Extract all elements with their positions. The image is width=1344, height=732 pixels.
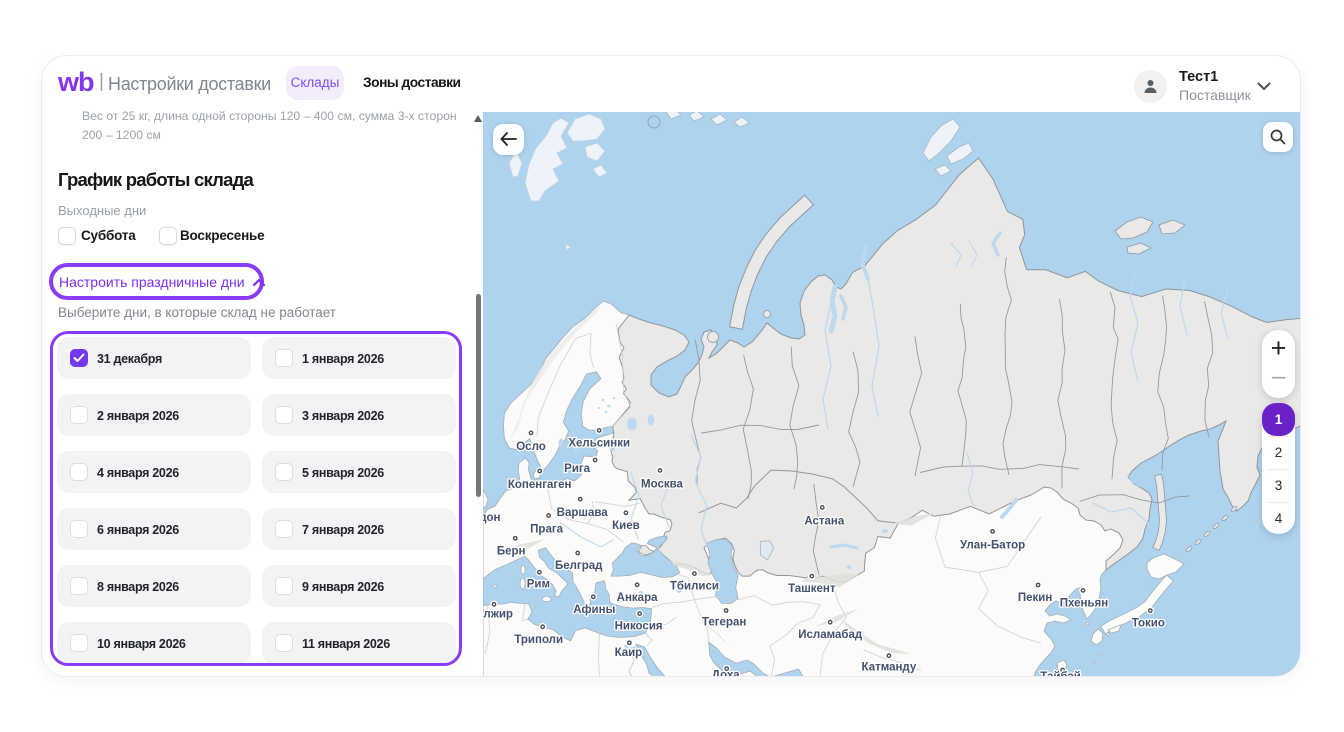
svg-text:Копенгаген: Копенгаген: [508, 479, 572, 491]
svg-text:Рига: Рига: [564, 463, 591, 475]
svg-text:Улан-Батор: Улан-Батор: [960, 539, 1025, 551]
svg-text:Лондон: Лондон: [483, 512, 501, 524]
svg-text:Каир: Каир: [615, 647, 643, 659]
svg-text:Катманду: Катманду: [862, 662, 917, 674]
svg-text:Афины: Афины: [573, 604, 615, 616]
svg-text:Хельсинки: Хельсинки: [568, 437, 630, 449]
svg-text:Триполи: Триполи: [514, 634, 563, 646]
svg-text:Анкара: Анкара: [617, 592, 658, 604]
svg-text:Прага: Прага: [530, 524, 563, 536]
svg-text:Доха: Доха: [712, 670, 740, 677]
svg-text:Астана: Астана: [804, 515, 845, 527]
svg-text:Никосия: Никосия: [615, 621, 663, 633]
svg-text:Киев: Киев: [612, 520, 640, 532]
svg-text:Токио: Токио: [1132, 618, 1165, 630]
svg-text:Пхеньян: Пхеньян: [1060, 597, 1108, 609]
svg-text:Берн: Берн: [497, 545, 526, 557]
svg-text:Алжир: Алжир: [483, 608, 513, 620]
svg-text:Осло: Осло: [516, 441, 546, 453]
svg-text:Ташкент: Ташкент: [788, 583, 836, 595]
svg-text:Тайбэй: Тайбэй: [1040, 671, 1081, 677]
svg-text:Варшава: Варшава: [557, 507, 609, 519]
svg-text:Москва: Москва: [641, 478, 684, 490]
svg-text:Тегеран: Тегеран: [702, 617, 746, 629]
svg-text:Рим: Рим: [527, 578, 550, 590]
svg-text:Белград: Белград: [555, 560, 603, 572]
svg-text:Тбилиси: Тбилиси: [670, 581, 719, 593]
svg-text:Пекин: Пекин: [1018, 592, 1052, 604]
svg-text:Исламабад: Исламабад: [798, 629, 863, 641]
